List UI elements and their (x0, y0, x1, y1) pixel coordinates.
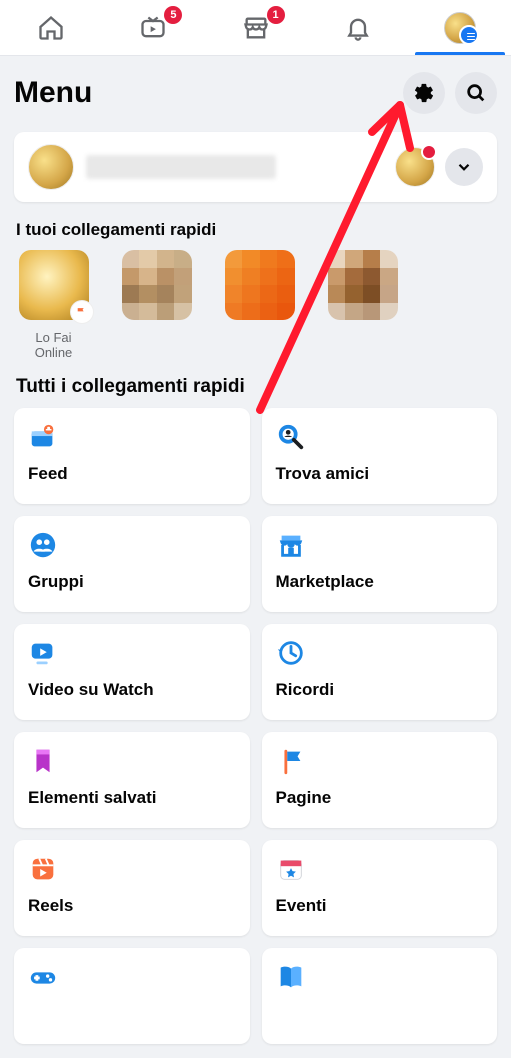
tile-marketplace[interactable]: Marketplace (262, 516, 498, 612)
tile-more[interactable] (262, 948, 498, 1044)
expand-button[interactable] (445, 148, 483, 186)
menu-avatar-icon (444, 12, 476, 44)
watch-icon (139, 14, 167, 42)
shortcut-thumb-redacted (328, 250, 398, 320)
tile-reels[interactable]: Reels (14, 840, 250, 936)
page-header: Menu (0, 56, 511, 124)
pages-icon (276, 746, 306, 776)
your-shortcuts-heading: I tuoi collegamenti rapidi (0, 220, 511, 250)
tile-label: Trova amici (276, 464, 484, 484)
reels-icon (28, 854, 58, 884)
shortcut-label: Lo Fai Online (16, 330, 91, 360)
shortcut-thumb (19, 250, 89, 320)
shortcut-item[interactable]: Lo Fai Online (16, 250, 91, 360)
notification-dot (421, 144, 437, 160)
tile-label: Eventi (276, 896, 484, 916)
nav-notifications[interactable] (307, 0, 409, 55)
tile-groups[interactable]: Gruppi (14, 516, 250, 612)
bell-icon (344, 14, 372, 42)
tile-saved[interactable]: Elementi salvati (14, 732, 250, 828)
search-icon (465, 82, 487, 104)
tile-events[interactable]: Eventi (262, 840, 498, 936)
tile-label: Gruppi (28, 572, 236, 592)
watch-tile-icon (28, 638, 58, 668)
tile-memories[interactable]: Ricordi (262, 624, 498, 720)
profile-name-redacted (86, 155, 276, 179)
all-shortcuts-heading: Tutti i collegamenti rapidi (0, 368, 511, 408)
tile-label: Video su Watch (28, 680, 236, 700)
tile-label: Pagine (276, 788, 484, 808)
gaming-icon (28, 962, 58, 992)
events-icon (276, 854, 306, 884)
tile-grid: Feed Trova amici Gruppi Marketplace Vide… (0, 408, 511, 1058)
shortcut-item-redacted[interactable] (325, 250, 400, 320)
page-flag-badge (71, 301, 93, 323)
shortcut-thumb-redacted (122, 250, 192, 320)
tile-label: Marketplace (276, 572, 484, 592)
tile-gaming[interactable] (14, 948, 250, 1044)
tile-feed[interactable]: Feed (14, 408, 250, 504)
marketplace-icon (242, 14, 270, 42)
switch-account-button[interactable] (395, 147, 435, 187)
nav-watch[interactable]: 5 (102, 0, 204, 55)
book-icon (276, 962, 306, 992)
profile-card[interactable] (14, 132, 497, 202)
shortcut-item-redacted[interactable] (222, 250, 297, 320)
watch-badge: 5 (164, 6, 182, 24)
feed-icon (28, 422, 58, 452)
tile-label: Feed (28, 464, 236, 484)
gear-icon (413, 82, 435, 104)
nav-home[interactable] (0, 0, 102, 55)
shortcut-thumb-redacted (225, 250, 295, 320)
tile-label: Reels (28, 896, 236, 916)
page-title: Menu (14, 76, 393, 110)
shortcuts-row: Lo Fai Online (0, 250, 511, 368)
marketplace-tile-icon (276, 530, 306, 560)
tile-label: Elementi salvati (28, 788, 236, 808)
tile-label: Ricordi (276, 680, 484, 700)
shortcut-item-redacted[interactable] (119, 250, 194, 320)
memories-icon (276, 638, 306, 668)
home-icon (37, 14, 65, 42)
groups-icon (28, 530, 58, 560)
chevron-down-icon (455, 158, 473, 176)
tile-pages[interactable]: Pagine (262, 732, 498, 828)
profile-avatar (28, 144, 74, 190)
top-navigation: 5 1 (0, 0, 511, 56)
saved-icon (28, 746, 58, 776)
find-friends-icon (276, 422, 306, 452)
tile-watch[interactable]: Video su Watch (14, 624, 250, 720)
marketplace-badge: 1 (267, 6, 285, 24)
nav-menu[interactable] (409, 0, 511, 55)
search-button[interactable] (455, 72, 497, 114)
tile-find-friends[interactable]: Trova amici (262, 408, 498, 504)
settings-button[interactable] (403, 72, 445, 114)
nav-marketplace[interactable]: 1 (204, 0, 306, 55)
